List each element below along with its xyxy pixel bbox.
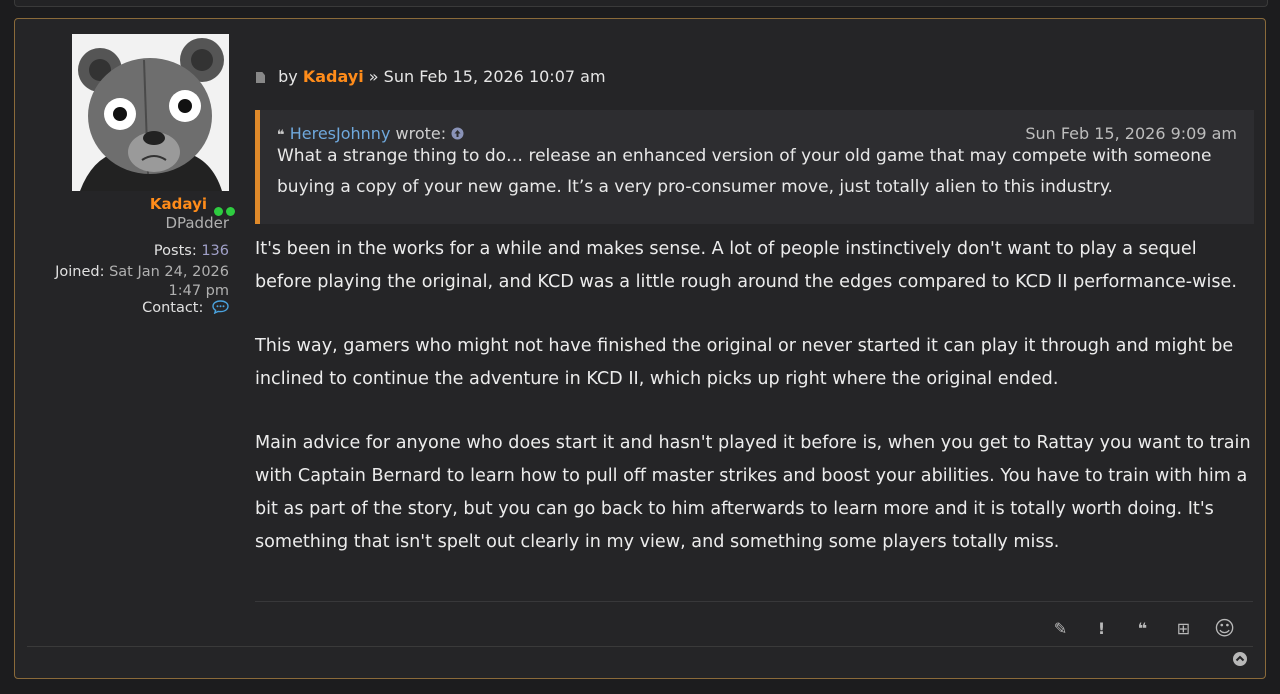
user-avatar[interactable]: [72, 34, 229, 191]
quote-button[interactable]: ❝: [1122, 616, 1163, 640]
report-button[interactable]: !: [1081, 616, 1122, 640]
post-author-link[interactable]: Kadayi: [303, 67, 364, 86]
quote-block: ❝ HeresJohnny wrote: Sun Feb 15, 2026 9:…: [255, 110, 1254, 224]
arrow-up-circle-icon: [1233, 652, 1247, 666]
report-icon: !: [1097, 618, 1106, 638]
post-author-line: by Kadayi » Sun Feb 15, 2026 10:07 am: [256, 67, 606, 86]
post-actions: ✎ ! ❝ ⊞ ☺: [1040, 616, 1245, 640]
user-rank: DPadder: [165, 214, 229, 232]
edit-button[interactable]: ✎: [1040, 616, 1081, 640]
bear-avatar-icon: [72, 34, 229, 191]
joined-row: Joined: Sat Jan 24, 2026 1:47 pm: [29, 263, 229, 301]
plus-box-icon: ⊞: [1176, 618, 1191, 638]
posts-count-link[interactable]: 136: [201, 243, 229, 259]
chat-bubble-icon[interactable]: [212, 300, 229, 318]
post-profile: Kadayi DPadder Posts: 136 Joined: Sat Ja…: [15, 19, 237, 634]
profile-username[interactable]: Kadayi: [150, 195, 207, 213]
author-separator: »: [368, 67, 379, 86]
pencil-icon: ✎: [1053, 618, 1068, 638]
reaction-button[interactable]: ☺: [1204, 616, 1245, 640]
post-timestamp: Sun Feb 15, 2026 10:07 am: [383, 67, 606, 86]
post-paragraph: Main advice for anyone who does start it…: [255, 433, 1251, 552]
back-to-top-button[interactable]: [1232, 651, 1248, 667]
post-content: It's been in the works for a while and m…: [255, 233, 1255, 590]
multiquote-button[interactable]: ⊞: [1163, 616, 1204, 640]
posts-count-row: Posts: 136: [154, 243, 229, 259]
post-footer-divider: [27, 646, 1253, 647]
smiley-icon: ☺: [1214, 616, 1235, 640]
contact-label: Contact:: [142, 300, 204, 316]
quote-text: What a strange thing to do… release an e…: [277, 146, 1212, 197]
joined-label: Joined:: [55, 264, 105, 280]
post-link-icon[interactable]: [256, 72, 265, 83]
previous-post-edge: [14, 0, 1268, 7]
post-paragraph: This way, gamers who might not have fini…: [255, 336, 1234, 389]
post-paragraph: It's been in the works for a while and m…: [255, 239, 1237, 292]
posts-label: Posts:: [153, 243, 197, 259]
by-label: by: [278, 67, 298, 86]
quote-icon: ❝: [1137, 618, 1148, 638]
forum-post: Kadayi DPadder Posts: 136 Joined: Sat Ja…: [14, 18, 1266, 679]
online-status-icon: [211, 201, 237, 216]
content-divider: [255, 601, 1253, 602]
joined-date: Sat Jan 24, 2026 1:47 pm: [109, 264, 229, 299]
contact-row: Contact:: [142, 300, 229, 318]
